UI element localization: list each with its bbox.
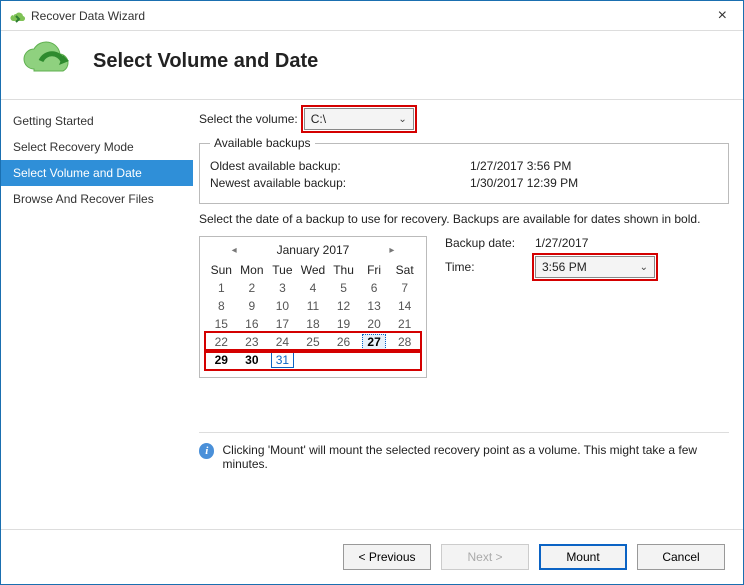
calendar-day: [298, 351, 329, 369]
calendar-day[interactable]: 26: [328, 333, 359, 351]
calendar-day: [359, 351, 390, 369]
calendar-day[interactable]: 12: [328, 297, 359, 315]
volume-value: C:\: [311, 112, 326, 126]
calendar-day[interactable]: 31: [267, 351, 298, 369]
header: Select Volume and Date: [1, 31, 743, 100]
prev-month-icon[interactable]: ◂: [232, 245, 237, 256]
calendar-day[interactable]: 19: [328, 315, 359, 333]
calendar-dow: Tue: [267, 261, 298, 279]
next-month-icon[interactable]: ▸: [389, 245, 394, 256]
calendar-dow: Fri: [359, 261, 390, 279]
instruction-text: Select the date of a backup to use for r…: [199, 212, 729, 226]
calendar[interactable]: ◂ January 2017 ▸ SunMonTueWedThuFriSat 1…: [199, 236, 427, 378]
calendar-day: [389, 351, 420, 369]
sidebar-item-browse-recover[interactable]: Browse And Recover Files: [1, 186, 193, 212]
next-button: Next >: [441, 544, 529, 570]
calendar-dow: Sat: [389, 261, 420, 279]
available-legend: Available backups: [210, 136, 315, 150]
app-icon: [9, 8, 25, 24]
sidebar-item-getting-started[interactable]: Getting Started: [1, 108, 193, 134]
calendar-dow: Thu: [328, 261, 359, 279]
chevron-down-icon: ⌄: [640, 262, 648, 273]
time-dropdown[interactable]: 3:56 PM ⌄: [535, 256, 655, 278]
calendar-day[interactable]: 9: [237, 297, 268, 315]
previous-button[interactable]: < Previous: [343, 544, 431, 570]
titlebar: Recover Data Wizard ×: [1, 1, 743, 31]
backup-date-label: Backup date:: [445, 236, 535, 250]
time-label: Time:: [445, 260, 535, 274]
calendar-day[interactable]: 21: [389, 315, 420, 333]
calendar-day[interactable]: 1: [206, 279, 237, 297]
calendar-day[interactable]: 22: [206, 333, 237, 351]
calendar-month-label: January 2017: [277, 243, 350, 257]
calendar-day[interactable]: 13: [359, 297, 390, 315]
cloud-restore-icon: [19, 41, 79, 81]
calendar-grid: SunMonTueWedThuFriSat 123456789101112131…: [206, 261, 420, 369]
calendar-day[interactable]: 7: [389, 279, 420, 297]
button-bar: < Previous Next > Mount Cancel: [1, 529, 743, 584]
oldest-value: 1/27/2017 3:56 PM: [470, 159, 571, 173]
calendar-day[interactable]: 29: [206, 351, 237, 369]
volume-label: Select the volume:: [199, 112, 298, 126]
calendar-day[interactable]: 18: [298, 315, 329, 333]
wizard-steps-sidebar: Getting Started Select Recovery Mode Sel…: [1, 100, 193, 529]
calendar-day[interactable]: 16: [237, 315, 268, 333]
calendar-day[interactable]: 6: [359, 279, 390, 297]
calendar-day[interactable]: 25: [298, 333, 329, 351]
wizard-window: Recover Data Wizard × Select Volume and …: [0, 0, 744, 585]
calendar-day[interactable]: 10: [267, 297, 298, 315]
newest-label: Newest available backup:: [210, 176, 470, 190]
calendar-day: [328, 351, 359, 369]
available-backups-group: Available backups Oldest available backu…: [199, 136, 729, 204]
calendar-day[interactable]: 24: [267, 333, 298, 351]
info-bar: i Clicking 'Mount' will mount the select…: [199, 432, 729, 471]
calendar-day[interactable]: 3: [267, 279, 298, 297]
calendar-day[interactable]: 11: [298, 297, 329, 315]
calendar-day[interactable]: 20: [359, 315, 390, 333]
calendar-day[interactable]: 15: [206, 315, 237, 333]
window-title: Recover Data Wizard: [31, 9, 145, 23]
calendar-day[interactable]: 14: [389, 297, 420, 315]
calendar-dow: Mon: [237, 261, 268, 279]
chevron-down-icon: ⌄: [398, 114, 406, 125]
backup-date-value: 1/27/2017: [535, 236, 588, 250]
calendar-day[interactable]: 2: [237, 279, 268, 297]
cancel-button[interactable]: Cancel: [637, 544, 725, 570]
close-icon[interactable]: ×: [710, 5, 735, 27]
sidebar-item-volume-date[interactable]: Select Volume and Date: [1, 160, 193, 186]
mount-button[interactable]: Mount: [539, 544, 627, 570]
calendar-dow: Sun: [206, 261, 237, 279]
backup-meta: Backup date: 1/27/2017 Time: 3:56 PM ⌄: [445, 236, 729, 284]
calendar-day[interactable]: 17: [267, 315, 298, 333]
main-panel: Select the volume: C:\ ⌄ Available backu…: [193, 100, 743, 529]
calendar-day[interactable]: 23: [237, 333, 268, 351]
calendar-day[interactable]: 27: [359, 333, 390, 351]
sidebar-item-recovery-mode[interactable]: Select Recovery Mode: [1, 134, 193, 160]
newest-value: 1/30/2017 12:39 PM: [470, 176, 578, 190]
calendar-day[interactable]: 30: [237, 351, 268, 369]
volume-dropdown[interactable]: C:\ ⌄: [304, 108, 414, 130]
info-icon: i: [199, 443, 214, 459]
calendar-day[interactable]: 8: [206, 297, 237, 315]
time-value: 3:56 PM: [542, 260, 587, 274]
calendar-dow: Wed: [298, 261, 329, 279]
calendar-day[interactable]: 4: [298, 279, 329, 297]
oldest-label: Oldest available backup:: [210, 159, 470, 173]
info-text: Clicking 'Mount' will mount the selected…: [222, 443, 729, 471]
page-title: Select Volume and Date: [93, 50, 318, 73]
calendar-day[interactable]: 5: [328, 279, 359, 297]
calendar-day[interactable]: 28: [389, 333, 420, 351]
